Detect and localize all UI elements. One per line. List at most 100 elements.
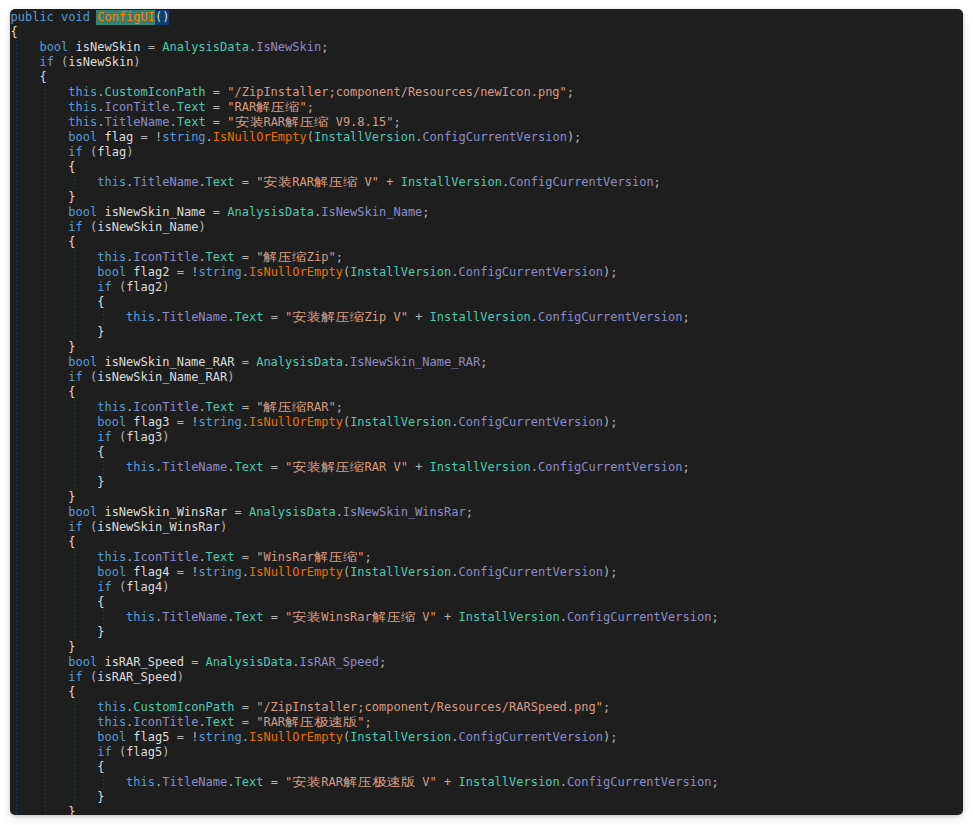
token-pn: + xyxy=(408,310,430,324)
token-kw: this xyxy=(68,100,97,114)
token-pn: { xyxy=(97,445,104,459)
token-ty: InstallVersion xyxy=(350,730,451,744)
token-pn: { xyxy=(11,25,18,39)
code-line: } xyxy=(11,490,964,505)
token-id: flag3 xyxy=(133,415,176,429)
token-kw: this xyxy=(126,310,155,324)
token-st: "/ZipInstaller;component/Resources/newIc… xyxy=(227,85,567,99)
token-pn: = xyxy=(271,310,285,324)
token-pn: = xyxy=(242,355,256,369)
token-pn: ); xyxy=(603,565,617,579)
token-st: "/ZipInstaller;component/Resources/RARSp… xyxy=(256,700,603,714)
code-line: } xyxy=(11,640,964,655)
token-pn: . xyxy=(242,730,249,744)
code-line: { xyxy=(11,160,964,175)
token-pn: . xyxy=(227,610,234,624)
code-line: this.CustomIconPath = "/ZipInstaller;com… xyxy=(11,700,964,715)
code-area[interactable]: public void ConfigUI(){ bool isNewSkin =… xyxy=(11,10,964,816)
token-pn: { xyxy=(68,160,75,174)
code-editor-panel[interactable]: public void ConfigUI(){ bool isNewSkin =… xyxy=(10,9,963,815)
token-kw: if xyxy=(97,745,119,759)
token-pn: ; xyxy=(336,400,343,414)
cjk-text: 安装解压缩 xyxy=(292,310,379,325)
token-kw: bool xyxy=(97,265,133,279)
token-pr: Text xyxy=(206,715,242,729)
token-pn: ) xyxy=(126,145,133,159)
token-fl: IconTitle xyxy=(133,550,198,564)
token-pn: + xyxy=(379,175,401,189)
token-kw: if xyxy=(68,220,90,234)
code-line: { xyxy=(11,70,964,85)
indent-guide xyxy=(74,250,75,340)
token-id: flag xyxy=(104,130,140,144)
code-line: this.TitleName.Text = "安装解压缩RAR V" + Ins… xyxy=(11,460,964,475)
token-kw: if xyxy=(97,580,119,594)
token-id: isNewSkin xyxy=(76,40,148,54)
token-kw: bool xyxy=(97,730,133,744)
indent-guide xyxy=(103,775,104,790)
indent-guide xyxy=(103,310,104,325)
token-pn: . xyxy=(560,775,567,789)
token-pn: { xyxy=(68,235,75,249)
token-pn: = xyxy=(242,715,256,729)
token-pn: ); xyxy=(603,730,617,744)
token-pr: Text xyxy=(177,100,213,114)
token-pn: { xyxy=(68,385,75,399)
token-pn: ; xyxy=(682,460,689,474)
token-ty: InstallVersion xyxy=(430,310,531,324)
token-st: "安装解压缩RAR V" xyxy=(285,460,408,474)
token-fl: ConfigCurrentVersion xyxy=(459,730,604,744)
code-line: } xyxy=(11,190,964,205)
token-fl: TitleName xyxy=(104,115,169,129)
cjk-text: 安装解压缩 xyxy=(292,460,379,475)
token-pn: ; xyxy=(711,775,718,789)
token-pn: . xyxy=(343,355,350,369)
token-kw: public xyxy=(11,10,62,24)
token-pn: = xyxy=(271,460,285,474)
cjk-text: 安装 xyxy=(235,115,270,130)
token-kw: this xyxy=(68,115,97,129)
token-pr: Text xyxy=(206,400,242,414)
token-fl: ConfigCurrentVersion xyxy=(538,460,683,474)
token-pn: ); xyxy=(603,265,617,279)
code-line: { xyxy=(11,235,964,250)
cjk-text: 解压极速版 xyxy=(285,715,372,730)
token-st: "安装解压缩Zip V" xyxy=(285,310,408,324)
token-st: "安装RAR解压极速版 V" xyxy=(285,775,437,789)
token-pn: = xyxy=(242,400,256,414)
token-pn: ; xyxy=(321,40,328,54)
token-pn: = xyxy=(234,505,248,519)
token-kw: this xyxy=(126,610,155,624)
token-kw: bool xyxy=(68,355,104,369)
code-line: bool isRAR_Speed = AnalysisData.IsRAR_Sp… xyxy=(11,655,964,670)
token-ty: InstallVersion xyxy=(350,565,451,579)
indent-guide xyxy=(74,700,75,805)
token-pn: = xyxy=(271,610,285,624)
token-pn: ) xyxy=(133,55,140,69)
token-pn: . xyxy=(292,655,299,669)
token-mt: IsNullOrEmpty xyxy=(249,565,343,579)
token-pr: CustomIconPath xyxy=(133,700,241,714)
token-ty: InstallVersion xyxy=(430,460,531,474)
code-line: if (isNewSkin_Name_RAR) xyxy=(11,370,964,385)
token-kw: void xyxy=(61,10,97,24)
cjk-text: 解压缩 xyxy=(372,610,424,625)
token-kw: bool xyxy=(68,655,104,669)
token-mt: IsNullOrEmpty xyxy=(249,265,343,279)
token-id: isNewSkin_Name xyxy=(97,220,198,234)
token-fl: ConfigCurrentVersion xyxy=(567,775,712,789)
indent-guide xyxy=(45,85,46,815)
code-line: bool flag5 = !string.IsNullOrEmpty(Insta… xyxy=(11,730,964,745)
highlighted-method-name: ConfigUI xyxy=(96,10,156,25)
token-pn: ; xyxy=(480,355,487,369)
cjk-text: 解压极速版 xyxy=(343,775,430,790)
code-line: bool flag = !string.IsNullOrEmpty(Instal… xyxy=(11,130,964,145)
token-fl: IsNewSkin_Name_RAR xyxy=(350,355,480,369)
token-pn: = xyxy=(213,205,227,219)
token-pn: . xyxy=(198,715,205,729)
token-pn: . xyxy=(242,565,249,579)
token-pn: = xyxy=(213,100,227,114)
code-line: this.IconTitle.Text = "RAR解压极速版"; xyxy=(11,715,964,730)
token-pn: ) xyxy=(162,430,169,444)
token-fl: ConfigCurrentVersion xyxy=(459,265,604,279)
